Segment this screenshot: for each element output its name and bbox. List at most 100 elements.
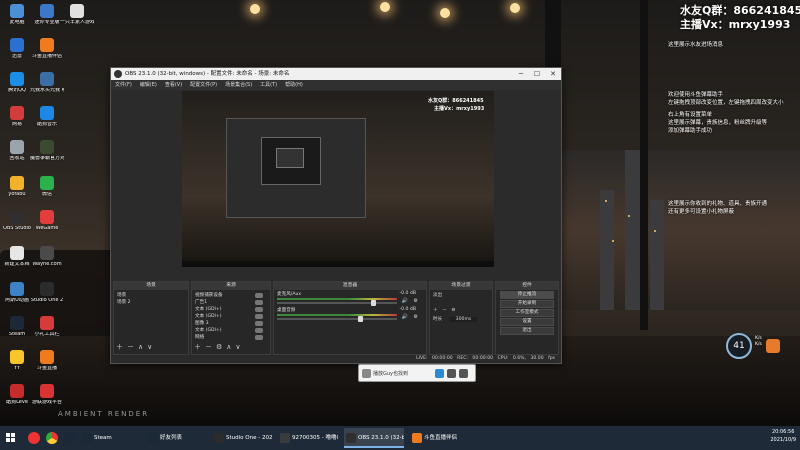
control-button[interactable]: 停止推流	[500, 291, 554, 299]
desktop-icon[interactable]: 阿斯U动画	[0, 282, 34, 304]
desktop-icon[interactable]: 斗鱼直播	[30, 350, 64, 372]
chrome-icon[interactable]	[46, 432, 58, 444]
gear-icon[interactable]: ⚙	[414, 314, 418, 320]
search-icon[interactable]	[459, 369, 468, 378]
record-icon[interactable]	[435, 369, 444, 378]
scene-controls[interactable]: ＋－∧∨	[116, 342, 156, 352]
source-controls[interactable]: ＋－⚙∧∨	[194, 342, 245, 352]
visibility-eye-icon[interactable]	[255, 321, 263, 326]
source-item[interactable]: 图像 3	[195, 320, 267, 327]
desktop-icon[interactable]: 迅雷	[0, 38, 34, 60]
desktop-icon[interactable]: 酷狗音乐	[30, 106, 64, 128]
taskbar-app-label: Steam	[94, 435, 112, 441]
control-button[interactable]: 退出	[500, 327, 554, 335]
control-button[interactable]: 工作室模式	[500, 309, 554, 317]
desktop-icon[interactable]: 游联游戏平台	[30, 384, 64, 406]
obs-window[interactable]: OBS 23.1.0 (32-bit, windows) - 配置文件: 未命名…	[110, 67, 562, 364]
desktop-icon[interactable]: 魔兽争霸官方对战平台	[30, 140, 64, 162]
visibility-eye-icon[interactable]	[255, 293, 263, 298]
source-item[interactable]: 文本 (GDI+)	[195, 327, 267, 334]
menu-icon[interactable]	[362, 369, 371, 378]
desktop-icon[interactable]: yofabu	[0, 176, 34, 198]
close-icon[interactable]: ✕	[545, 68, 561, 80]
scene-item[interactable]: 场景 2	[117, 299, 185, 306]
system-clock[interactable]: 20:06:56 2021/10/9	[770, 428, 796, 444]
desktop-icon[interactable]: 此电脑	[0, 4, 34, 26]
floating-toolbar[interactable]: 播放Guy也找到	[358, 364, 476, 382]
app-icon	[10, 176, 24, 190]
scene-item[interactable]: 场景	[117, 292, 185, 299]
taskbar-app[interactable]: 92700305 - 噜噜Ga...	[278, 428, 338, 448]
taskbar-app-label: 斗鱼直播伴侣	[424, 435, 458, 441]
obs-window-title: OBS 23.1.0 (32-bit, windows) - 配置文件: 未命名…	[125, 71, 290, 77]
menu-item[interactable]: 编辑(E)	[140, 82, 157, 88]
desktop-icon[interactable]: Wayhe.com	[30, 246, 64, 268]
desktop-icon[interactable]: 酷狗Leve	[0, 384, 34, 406]
taskbar-app[interactable]: 斗鱼直播伴侣	[410, 428, 470, 448]
desktop-icon[interactable]: WeGame	[30, 210, 64, 232]
obs-preview[interactable]: 水友Q群：866241845 主播Vx：mrxy1993	[182, 91, 494, 267]
floating-toolbar-text: 播放Guy也找到	[373, 371, 409, 377]
taskbar-app[interactable]: 好友列表	[146, 428, 206, 448]
desktop-icon[interactable]: 斗鱼直播伴侣	[30, 38, 64, 60]
visibility-eye-icon[interactable]	[255, 307, 263, 312]
menu-item[interactable]: 工具(T)	[260, 82, 277, 88]
visibility-eye-icon[interactable]	[255, 314, 263, 319]
source-item[interactable]: 文本 (GDI+)	[195, 306, 267, 313]
audio-meter	[277, 298, 397, 300]
obs-titlebar[interactable]: OBS 23.1.0 (32-bit, windows) - 配置文件: 未命名…	[111, 68, 561, 80]
desktop-icon[interactable]: YY	[0, 350, 34, 372]
menu-item[interactable]: 查看(V)	[165, 82, 182, 88]
clock-time: 20:06:56	[771, 429, 795, 435]
desktop-icon[interactable]: OBS Studio	[0, 210, 34, 232]
danmaku-message: 这里展示你收到的礼物、道具、贵族开通	[668, 201, 768, 207]
duration-label: 时长	[433, 317, 443, 322]
speaker-icon[interactable]: 🔊	[402, 314, 408, 320]
control-button[interactable]: 设置	[500, 318, 554, 326]
transition-add-remove[interactable]: ＋ － ⚙	[433, 307, 489, 314]
minimize-icon[interactable]: ─	[513, 68, 529, 80]
danmaku-message: 这里展示水友进场消息	[668, 42, 724, 48]
menu-item[interactable]: 文件(F)	[115, 82, 132, 88]
visibility-eye-icon[interactable]	[255, 328, 263, 333]
taskbar-app[interactable]: Studio One - 202...	[212, 428, 272, 448]
maximize-icon[interactable]: ☐	[529, 68, 545, 80]
desktop-icon[interactable]: Studio One 2	[30, 282, 64, 304]
duration-input[interactable]: 300ms	[449, 317, 478, 322]
network-speed-badge[interactable]: 41	[726, 333, 752, 359]
desktop-icon[interactable]: 元我水头元我 哪些方程	[30, 72, 64, 94]
taskbar-app[interactable]: OBS 23.1.0 (32-bi...	[344, 428, 404, 448]
volume-slider[interactable]	[277, 316, 397, 322]
windows-start-icon[interactable]	[6, 433, 16, 443]
menu-item[interactable]: 帮助(H)	[285, 82, 303, 88]
douyu-tray-icon[interactable]	[766, 339, 780, 353]
menu-item[interactable]: 场景集合(S)	[225, 82, 252, 88]
speaker-icon[interactable]: 🔊	[402, 298, 408, 304]
desktop-icon[interactable]: 一只羊素人游戏建议	[60, 4, 94, 26]
desktop-icon[interactable]: 网易	[0, 106, 34, 128]
transition-select[interactable]: 淡出	[433, 292, 489, 299]
desktop-icon[interactable]: 微信	[30, 176, 64, 198]
visibility-eye-icon[interactable]	[255, 300, 263, 305]
taskbar-app[interactable]: Steam	[80, 428, 140, 448]
desktop-icon[interactable]: 新建文本档	[0, 246, 34, 268]
source-item[interactable]: 网络	[195, 334, 267, 341]
source-item[interactable]: 视频捕获设备	[195, 292, 267, 299]
app-pin-icon[interactable]	[28, 432, 40, 444]
steam-pin-icon[interactable]	[64, 432, 76, 444]
visibility-eye-icon[interactable]	[255, 335, 263, 340]
source-item[interactable]: 文本 (GDI+)	[195, 313, 267, 320]
download-speed: K/s	[755, 342, 762, 348]
gear-icon[interactable]: ⚙	[414, 298, 418, 304]
desktop-icon[interactable]: 回收站	[0, 140, 34, 162]
desktop-icon[interactable]: 小礼工具栏	[30, 316, 64, 338]
desktop-icon-label: YY	[13, 366, 21, 371]
volume-slider[interactable]	[277, 300, 397, 306]
source-item[interactable]: 广告1	[195, 299, 267, 306]
desktop-icon[interactable]: 腾讯QQ	[0, 72, 34, 94]
desktop-icon[interactable]: 迷你专业版	[30, 4, 64, 26]
settings-icon[interactable]	[447, 369, 456, 378]
desktop-icon[interactable]: Steam	[0, 316, 34, 338]
menu-item[interactable]: 配置文件(P)	[190, 82, 217, 88]
control-button[interactable]: 开始录制	[500, 300, 554, 308]
